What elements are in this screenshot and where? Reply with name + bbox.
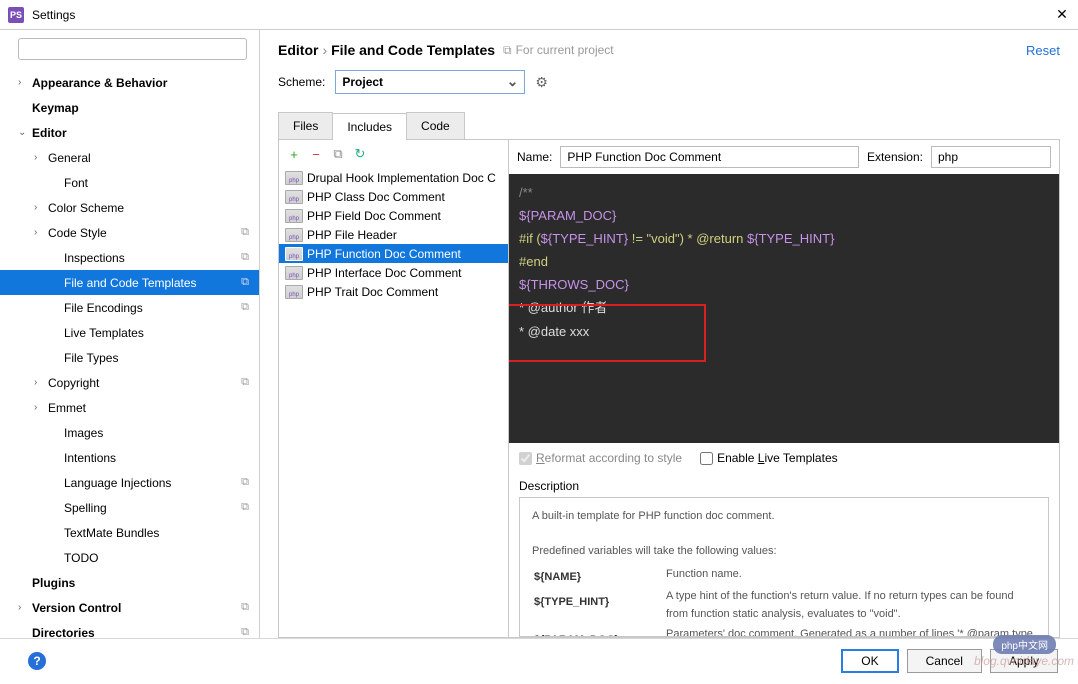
template-item[interactable]: phpPHP Field Doc Comment bbox=[279, 206, 508, 225]
sidebar-item-intentions[interactable]: Intentions bbox=[0, 445, 259, 470]
reset-link[interactable]: Reset bbox=[1026, 43, 1060, 58]
sidebar-item-directories[interactable]: Directories⧉ bbox=[0, 620, 259, 638]
apply-button[interactable]: Apply bbox=[990, 649, 1058, 673]
window-title: Settings bbox=[32, 8, 1054, 22]
sidebar-item-file-types[interactable]: File Types bbox=[0, 345, 259, 370]
live-templates-checkbox[interactable]: Enable Live Templates bbox=[700, 451, 838, 465]
copy-icon: ⧉ bbox=[241, 301, 249, 314]
sidebar-item-file-and-code-templates[interactable]: File and Code Templates⧉ bbox=[0, 270, 259, 295]
reformat-checkbox: Reformat according to style bbox=[519, 451, 682, 465]
help-icon[interactable]: ? bbox=[28, 652, 46, 670]
template-ext-input[interactable] bbox=[931, 146, 1051, 168]
sidebar-item-images[interactable]: Images bbox=[0, 420, 259, 445]
tab-files[interactable]: Files bbox=[278, 112, 333, 139]
breadcrumb: Editor›File and Code Templates bbox=[278, 42, 495, 58]
name-label: Name: bbox=[517, 150, 552, 164]
main-panel: Editor›File and Code Templates ⧉ For cur… bbox=[260, 30, 1078, 638]
description-label: Description bbox=[519, 479, 1049, 493]
php-file-icon: php bbox=[285, 209, 303, 223]
copy-icon: ⧉ bbox=[241, 626, 249, 638]
sidebar-item-inspections[interactable]: Inspections⧉ bbox=[0, 245, 259, 270]
sidebar-item-editor[interactable]: ⌄Editor bbox=[0, 120, 259, 145]
sidebar-item-keymap[interactable]: Keymap bbox=[0, 95, 259, 120]
copy-icon: ⧉ bbox=[241, 276, 249, 289]
sidebar: ›Appearance & BehaviorKeymap⌄Editor›Gene… bbox=[0, 30, 260, 638]
remove-icon[interactable]: − bbox=[309, 147, 323, 162]
refresh-icon[interactable]: ↻ bbox=[353, 146, 367, 162]
for-project-label: ⧉ For current project bbox=[503, 43, 614, 58]
template-item[interactable]: phpDrupal Hook Implementation Doc C bbox=[279, 168, 508, 187]
gear-icon[interactable]: ⚙ bbox=[535, 74, 548, 91]
sidebar-item-todo[interactable]: TODO bbox=[0, 545, 259, 570]
copy-template-icon[interactable]: ⧉ bbox=[331, 146, 345, 162]
copy-icon: ⧉ bbox=[241, 601, 249, 614]
ok-button[interactable]: OK bbox=[841, 649, 898, 673]
template-item[interactable]: phpPHP Trait Doc Comment bbox=[279, 282, 508, 301]
tabs: Files Includes Code bbox=[278, 112, 1060, 140]
scheme-label: Scheme: bbox=[278, 75, 325, 89]
template-item[interactable]: phpPHP Class Doc Comment bbox=[279, 187, 508, 206]
dialog-footer: ? OK Cancel Apply bbox=[0, 638, 1078, 682]
sidebar-item-file-encodings[interactable]: File Encodings⧉ bbox=[0, 295, 259, 320]
sidebar-item-code-style[interactable]: ›Code Style⧉ bbox=[0, 220, 259, 245]
copy-icon: ⧉ bbox=[503, 43, 512, 58]
copy-icon: ⧉ bbox=[241, 476, 249, 489]
sidebar-item-general[interactable]: ›General bbox=[0, 145, 259, 170]
copy-icon: ⧉ bbox=[241, 226, 249, 239]
sidebar-item-spelling[interactable]: Spelling⧉ bbox=[0, 495, 259, 520]
sidebar-item-language-injections[interactable]: Language Injections⧉ bbox=[0, 470, 259, 495]
tab-includes[interactable]: Includes bbox=[332, 113, 407, 140]
add-icon[interactable]: + bbox=[287, 147, 301, 162]
sidebar-item-font[interactable]: Font bbox=[0, 170, 259, 195]
template-toolbar: + − ⧉ ↻ bbox=[279, 140, 508, 168]
cancel-button[interactable]: Cancel bbox=[907, 649, 982, 673]
settings-tree: ›Appearance & BehaviorKeymap⌄Editor›Gene… bbox=[0, 66, 259, 638]
description-box: A built-in template for PHP function doc… bbox=[519, 497, 1049, 637]
php-file-icon: php bbox=[285, 266, 303, 280]
code-editor[interactable]: /** ${PARAM_DOC} #if (${TYPE_HINT} != "v… bbox=[509, 174, 1059, 443]
extension-label: Extension: bbox=[867, 150, 923, 164]
sidebar-item-appearance-behavior[interactable]: ›Appearance & Behavior bbox=[0, 70, 259, 95]
search-input[interactable] bbox=[18, 38, 247, 60]
template-item[interactable]: phpPHP Function Doc Comment bbox=[279, 244, 508, 263]
titlebar: PS Settings ✕ bbox=[0, 0, 1078, 30]
sidebar-item-live-templates[interactable]: Live Templates bbox=[0, 320, 259, 345]
tab-code[interactable]: Code bbox=[406, 112, 465, 139]
copy-icon: ⧉ bbox=[241, 376, 249, 389]
sidebar-item-copyright[interactable]: ›Copyright⧉ bbox=[0, 370, 259, 395]
copy-icon: ⧉ bbox=[241, 501, 249, 514]
sidebar-item-version-control[interactable]: ›Version Control⧉ bbox=[0, 595, 259, 620]
scheme-select[interactable]: Project bbox=[335, 70, 525, 94]
php-file-icon: php bbox=[285, 190, 303, 204]
sidebar-item-textmate-bundles[interactable]: TextMate Bundles bbox=[0, 520, 259, 545]
php-file-icon: php bbox=[285, 228, 303, 242]
app-icon: PS bbox=[8, 7, 24, 23]
template-name-input[interactable] bbox=[560, 146, 859, 168]
php-file-icon: php bbox=[285, 285, 303, 299]
php-file-icon: php bbox=[285, 171, 303, 185]
template-item[interactable]: phpPHP Interface Doc Comment bbox=[279, 263, 508, 282]
sidebar-item-emmet[interactable]: ›Emmet bbox=[0, 395, 259, 420]
sidebar-item-color-scheme[interactable]: ›Color Scheme bbox=[0, 195, 259, 220]
copy-icon: ⧉ bbox=[241, 251, 249, 264]
php-file-icon: php bbox=[285, 247, 303, 261]
close-icon[interactable]: ✕ bbox=[1054, 7, 1070, 23]
sidebar-item-plugins[interactable]: Plugins bbox=[0, 570, 259, 595]
template-item[interactable]: phpPHP File Header bbox=[279, 225, 508, 244]
template-list-pane: + − ⧉ ↻ phpDrupal Hook Implementation Do… bbox=[279, 140, 509, 637]
